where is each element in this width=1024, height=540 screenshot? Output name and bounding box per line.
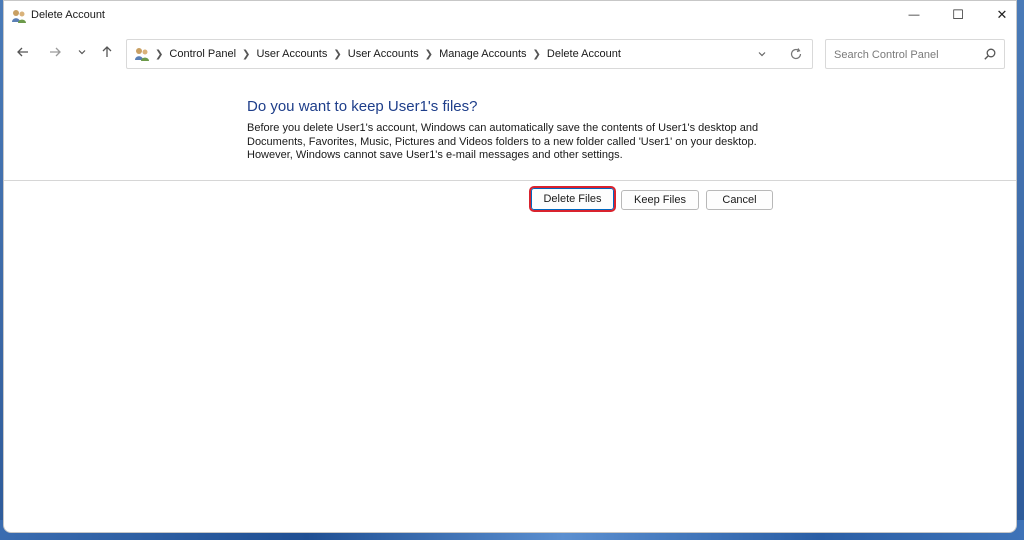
delete-account-window: Delete Account — ☐ ✕ ❯ Control Panel ❯ U… bbox=[3, 0, 1017, 533]
cancel-button[interactable]: Cancel bbox=[706, 190, 773, 210]
chevron-down-icon bbox=[758, 52, 766, 57]
breadcrumb-delete-account[interactable]: Delete Account bbox=[547, 48, 621, 60]
chevron-right-icon: ❯ bbox=[155, 48, 164, 60]
breadcrumb-user-accounts-2[interactable]: User Accounts bbox=[348, 48, 419, 60]
refresh-button[interactable] bbox=[789, 47, 803, 61]
explanation-text: Before you delete User1's account, Windo… bbox=[247, 122, 767, 163]
control-panel-icon bbox=[134, 46, 150, 62]
maximize-icon: ☐ bbox=[952, 7, 964, 22]
recent-locations-button[interactable] bbox=[72, 42, 92, 62]
close-button[interactable]: ✕ bbox=[980, 1, 1016, 29]
arrow-up-icon bbox=[102, 46, 112, 57]
chevron-down-icon bbox=[78, 50, 86, 55]
window-title: Delete Account bbox=[31, 9, 105, 21]
chevron-right-icon: ❯ bbox=[532, 48, 541, 60]
breadcrumb-user-accounts[interactable]: User Accounts bbox=[256, 48, 327, 60]
address-history-button[interactable] bbox=[755, 47, 769, 61]
arrow-left-icon bbox=[17, 47, 28, 57]
explanation-line: Before you delete User1's account, Windo… bbox=[247, 122, 759, 134]
close-icon: ✕ bbox=[996, 7, 1008, 22]
explanation-line: Documents, Favorites, Music, Pictures an… bbox=[247, 135, 757, 148]
maximize-button[interactable]: ☐ bbox=[936, 1, 980, 29]
chevron-right-icon: ❯ bbox=[333, 48, 342, 60]
breadcrumb-control-panel[interactable]: Control Panel bbox=[169, 48, 236, 60]
up-button[interactable] bbox=[97, 42, 117, 62]
back-button[interactable] bbox=[13, 42, 33, 62]
keep-files-button[interactable]: Keep Files bbox=[621, 190, 699, 210]
breadcrumb-manage-accounts[interactable]: Manage Accounts bbox=[439, 48, 526, 60]
chevron-right-icon: ❯ bbox=[242, 48, 251, 60]
title-bar: Delete Account — ☐ ✕ bbox=[4, 1, 1016, 31]
divider bbox=[4, 180, 1016, 181]
refresh-icon bbox=[790, 48, 802, 60]
navigation-bar: ❯ Control Panel ❯ User Accounts ❯ User A… bbox=[4, 35, 1016, 71]
users-icon bbox=[11, 8, 27, 24]
page-title: Do you want to keep User1's files? bbox=[247, 98, 478, 115]
breadcrumb: ❯ Control Panel ❯ User Accounts ❯ User A… bbox=[155, 48, 621, 60]
search-input[interactable] bbox=[832, 46, 976, 64]
minimize-icon: — bbox=[908, 9, 920, 21]
arrow-right-icon bbox=[50, 47, 61, 57]
delete-files-button[interactable]: Delete Files bbox=[529, 186, 616, 212]
forward-button[interactable] bbox=[45, 42, 65, 62]
minimize-button[interactable]: — bbox=[892, 1, 936, 29]
search-box bbox=[825, 39, 1005, 69]
address-bar[interactable]: ❯ Control Panel ❯ User Accounts ❯ User A… bbox=[126, 39, 813, 69]
explanation-line: However, Windows cannot save User1's e-m… bbox=[247, 149, 623, 161]
search-icon[interactable] bbox=[983, 47, 997, 61]
chevron-right-icon: ❯ bbox=[424, 48, 434, 60]
